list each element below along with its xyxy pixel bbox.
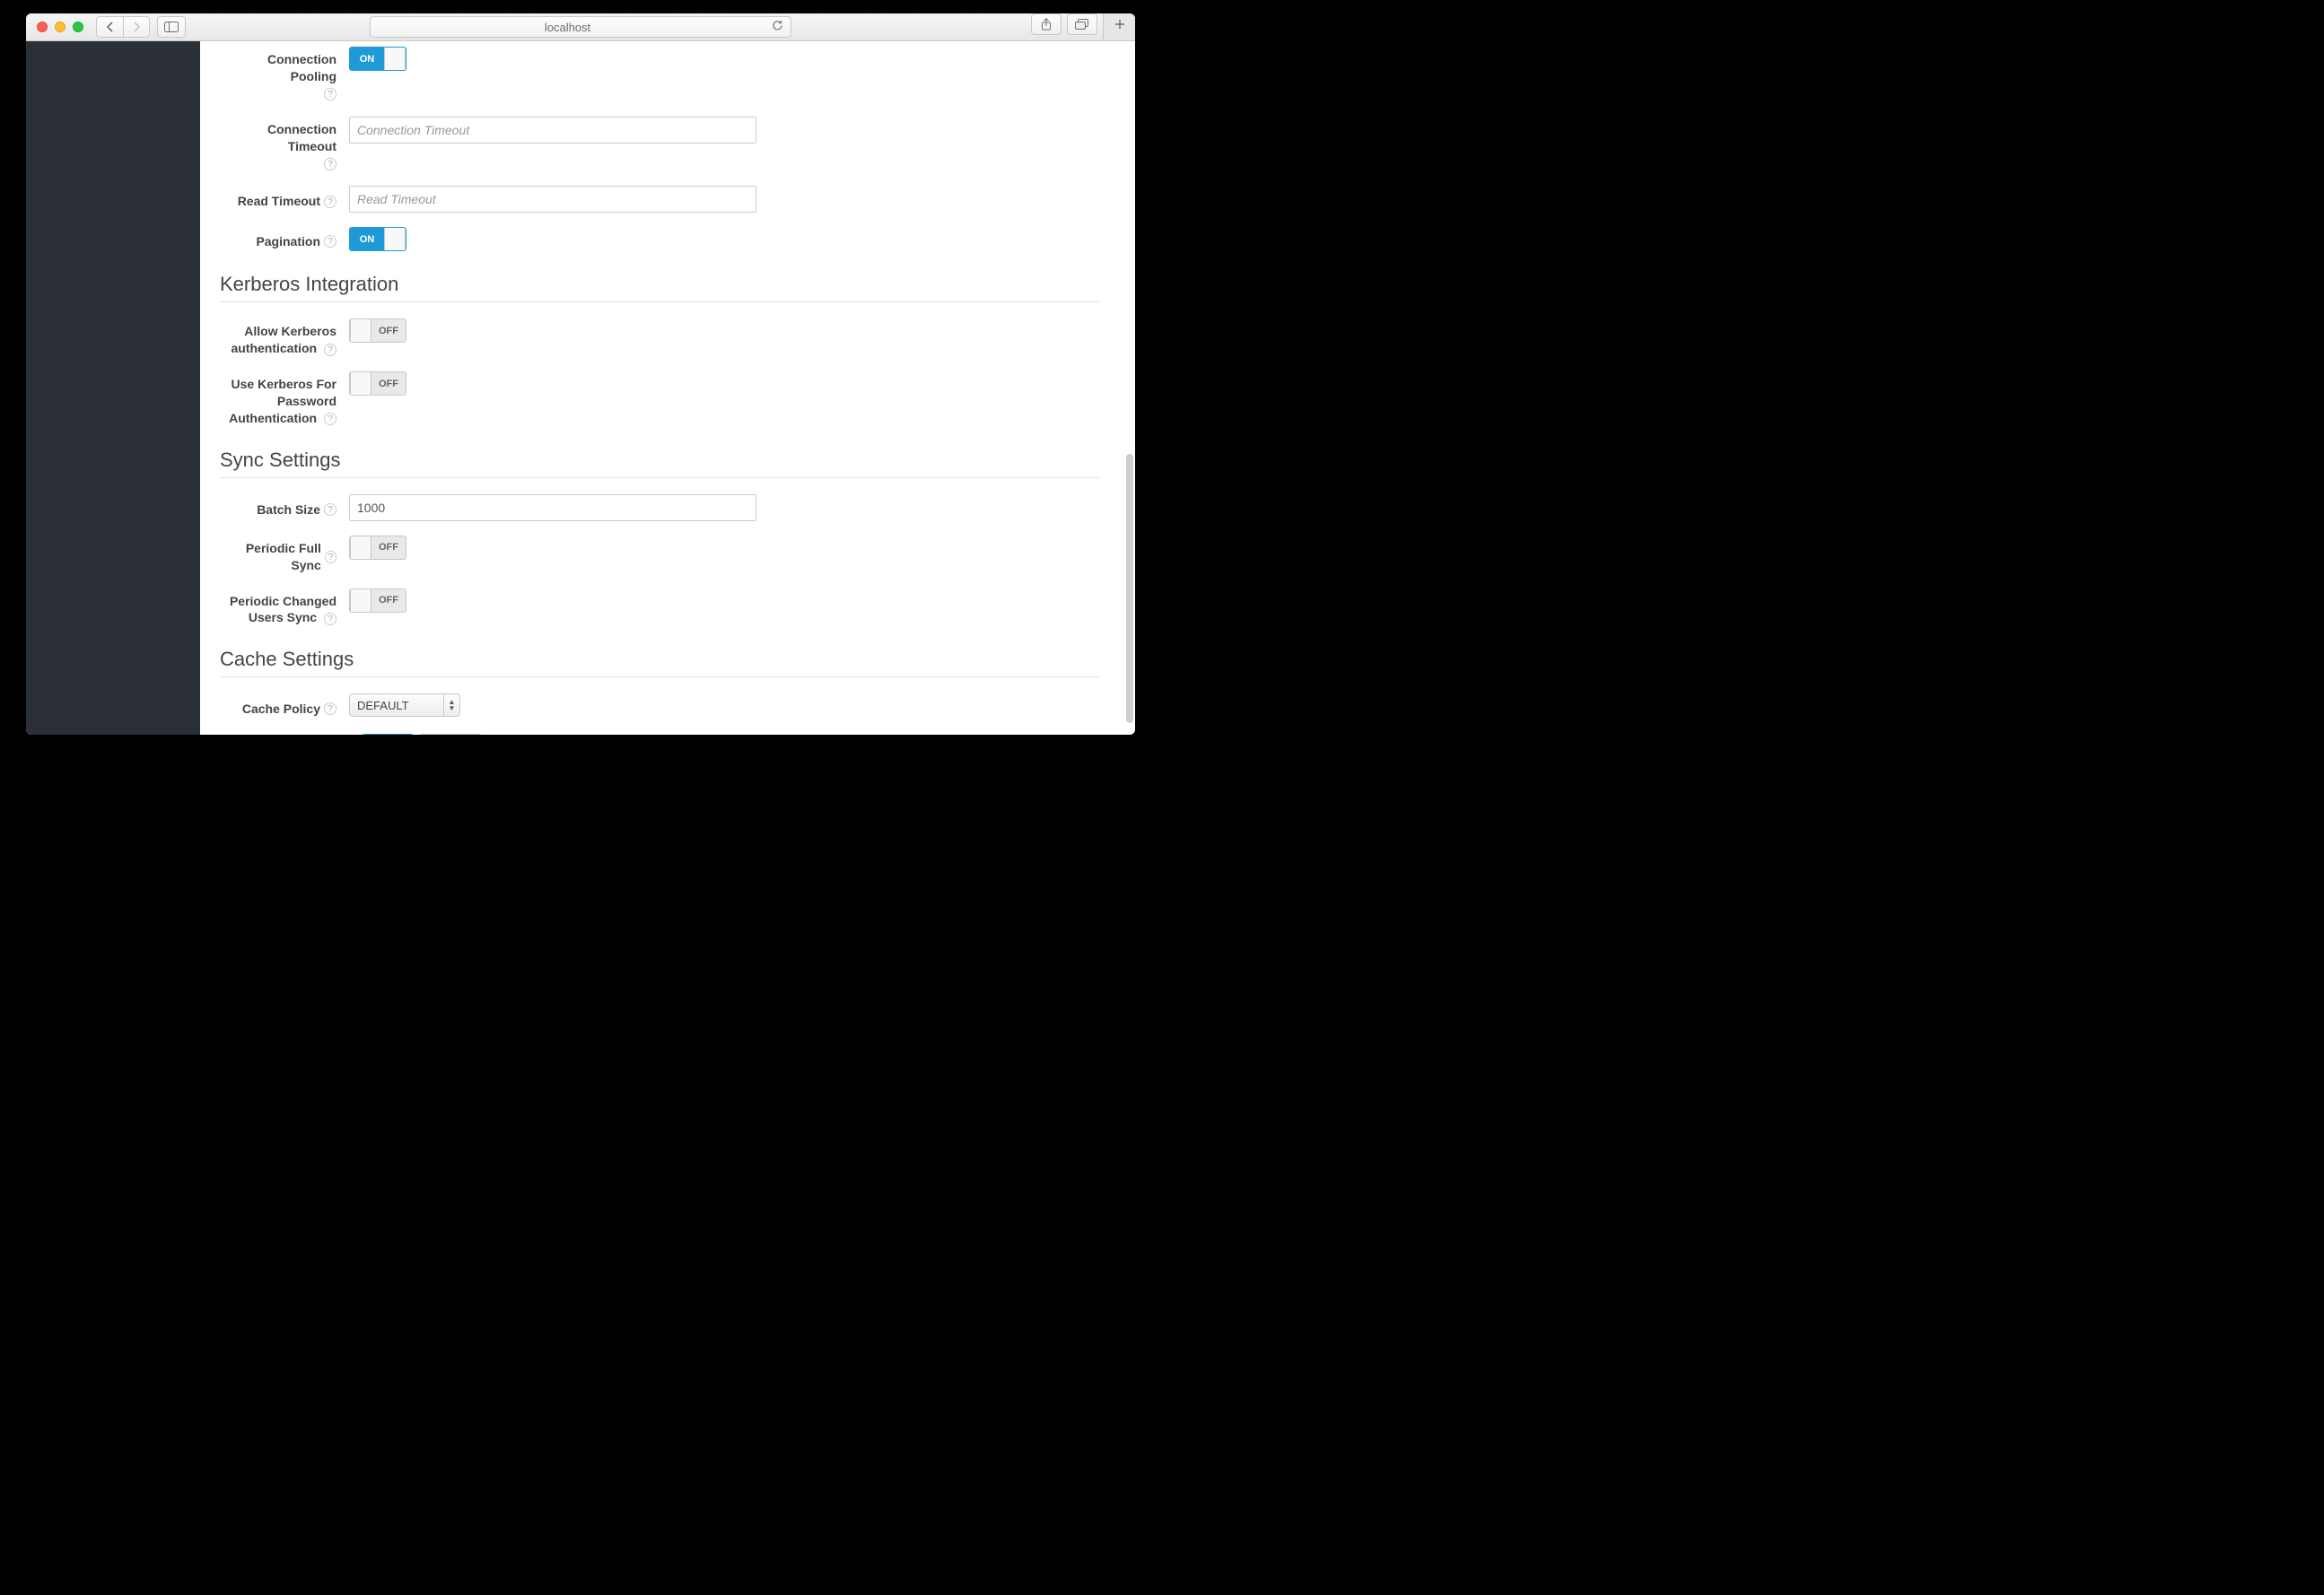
toggle-knob: [350, 589, 371, 612]
row-cache-policy: Cache Policy ? DEFAULT ▲▼: [220, 693, 1099, 719]
section-sync: Sync Settings: [220, 441, 1099, 478]
help-icon[interactable]: ?: [324, 413, 336, 425]
new-tab-button[interactable]: [1103, 13, 1135, 40]
label-text: Periodic Changed Users Sync: [230, 594, 336, 625]
label-changed-users-sync: Periodic Changed Users Sync ?: [220, 588, 349, 627]
row-allow-kerberos: Allow Kerberos authentication ? OFF: [220, 318, 1099, 357]
toggle-allow-kerberos[interactable]: OFF: [349, 318, 406, 343]
help-icon[interactable]: ?: [324, 88, 336, 100]
toolbar-right: [1031, 13, 1135, 40]
label-allow-kerberos: Allow Kerberos authentication ?: [220, 318, 349, 357]
save-button[interactable]: Save: [362, 734, 414, 735]
help-icon[interactable]: ?: [324, 344, 336, 356]
row-pagination: Pagination ? ON: [220, 227, 1099, 251]
nav-buttons: [96, 16, 150, 38]
label-text: Connection Timeout: [267, 122, 336, 153]
help-icon[interactable]: ?: [325, 551, 336, 563]
plus-icon: [1114, 18, 1126, 31]
toggle-label-off: OFF: [371, 536, 406, 559]
row-changed-users-sync: Periodic Changed Users Sync ? OFF: [220, 588, 1099, 627]
row-batch-size: Batch Size ?: [220, 494, 1099, 521]
sidebar-icon: [164, 22, 179, 32]
toggle-changed-users-sync[interactable]: OFF: [349, 588, 406, 613]
row-connection-timeout: Connection Timeout ?: [220, 117, 1099, 172]
tabs-icon: [1075, 19, 1089, 31]
reload-icon: [772, 20, 783, 31]
browser-window: localhost: [26, 13, 1135, 735]
titlebar: localhost: [26, 13, 1135, 41]
content-area: Connection Pooling ? ON Connection Timeo…: [26, 41, 1135, 735]
toggle-connection-pooling[interactable]: ON: [349, 47, 406, 71]
sidebar-toggle-button[interactable]: [157, 16, 186, 38]
minimize-window-button[interactable]: [55, 22, 66, 32]
close-window-button[interactable]: [37, 22, 48, 32]
label-text: Pagination: [256, 233, 320, 250]
help-icon[interactable]: ?: [324, 158, 336, 170]
help-icon[interactable]: ?: [324, 702, 336, 715]
toggle-knob: [350, 319, 371, 342]
toggle-knob: [350, 372, 371, 395]
label-cache-policy: Cache Policy ?: [220, 693, 349, 719]
toggle-kerberos-pw-auth[interactable]: OFF: [349, 371, 406, 396]
section-cache: Cache Settings: [220, 641, 1099, 677]
chevron-right-icon: [132, 22, 141, 32]
toggle-pagination[interactable]: ON: [349, 227, 406, 251]
toggle-label-on: ON: [350, 228, 384, 250]
help-icon[interactable]: ?: [324, 613, 336, 625]
row-read-timeout: Read Timeout ?: [220, 186, 1099, 213]
chevron-left-icon: [106, 22, 115, 32]
scrollbar-thumb[interactable]: [1126, 454, 1133, 723]
label-kerberos-pw-auth: Use Kerberos For Password Authentication…: [220, 371, 349, 427]
label-text: Read Timeout: [238, 193, 320, 210]
label-connection-pooling: Connection Pooling ?: [220, 47, 349, 102]
label-pagination: Pagination ?: [220, 227, 349, 251]
toggle-label-off: OFF: [371, 319, 406, 342]
help-icon[interactable]: ?: [324, 235, 336, 248]
label-text: Connection Pooling: [267, 52, 336, 83]
back-button[interactable]: [96, 16, 123, 38]
label-connection-timeout: Connection Timeout ?: [220, 117, 349, 172]
toggle-full-sync[interactable]: OFF: [349, 536, 406, 560]
toggle-label-off: OFF: [371, 372, 406, 395]
select-arrows-icon: ▲▼: [443, 694, 459, 716]
window-controls: [37, 22, 83, 32]
select-value: DEFAULT: [357, 694, 409, 716]
zoom-window-button[interactable]: [73, 22, 83, 32]
label-read-timeout: Read Timeout ?: [220, 186, 349, 213]
label-text: Batch Size: [257, 501, 320, 519]
address-bar[interactable]: localhost: [370, 16, 791, 38]
label-text: Cache Policy: [242, 701, 320, 718]
label-text: Allow Kerberos authentication: [231, 324, 336, 355]
reload-button[interactable]: [764, 20, 791, 34]
form-buttons: Save Cancel: [362, 734, 1099, 735]
toggle-knob: [384, 48, 406, 70]
tabs-button[interactable]: [1067, 13, 1097, 35]
label-full-sync: Periodic Full Sync ?: [220, 536, 349, 574]
toggle-knob: [350, 536, 371, 559]
row-kerberos-pw-auth: Use Kerberos For Password Authentication…: [220, 371, 1099, 427]
input-batch-size[interactable]: [349, 494, 756, 521]
help-icon[interactable]: ?: [324, 503, 336, 516]
toggle-label-off: OFF: [371, 589, 406, 612]
label-batch-size: Batch Size ?: [220, 494, 349, 521]
app-sidebar: [26, 41, 200, 735]
forward-button[interactable]: [123, 16, 150, 38]
address-text: localhost: [371, 21, 764, 34]
row-connection-pooling: Connection Pooling ? ON: [220, 47, 1099, 102]
cancel-button[interactable]: Cancel: [419, 734, 482, 735]
section-kerberos: Kerberos Integration: [220, 266, 1099, 302]
row-full-sync: Periodic Full Sync ? OFF: [220, 536, 1099, 574]
toggle-label-on: ON: [350, 48, 384, 70]
input-read-timeout[interactable]: [349, 186, 756, 213]
share-button[interactable]: [1031, 13, 1062, 35]
toggle-knob: [384, 228, 406, 250]
label-text: Periodic Full Sync: [220, 540, 321, 574]
select-cache-policy[interactable]: DEFAULT ▲▼: [349, 693, 460, 717]
main-panel: Connection Pooling ? ON Connection Timeo…: [200, 41, 1135, 735]
help-icon[interactable]: ?: [324, 196, 336, 208]
input-connection-timeout[interactable]: [349, 117, 756, 144]
share-icon: [1040, 18, 1053, 31]
label-text: Use Kerberos For Password Authentication: [229, 377, 336, 425]
